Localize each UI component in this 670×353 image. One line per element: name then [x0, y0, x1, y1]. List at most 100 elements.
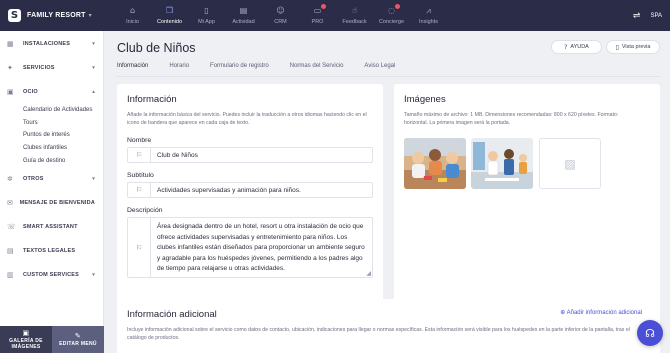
sidebar-subitem[interactable]: Tours [0, 117, 103, 130]
tab-3[interactable]: Normas del Servicio [290, 63, 344, 75]
name-field[interactable]: ⚐ Club de Niños [127, 147, 373, 163]
description-label: Descripción [127, 207, 163, 214]
tabs-divider [117, 76, 660, 77]
description-field[interactable]: ⚐ Área designada dentro de un hotel, res… [127, 217, 373, 278]
sidebar-group-custom-services[interactable]: ▥ CUSTOM SERVICES ▾ [0, 263, 103, 287]
main-content: Club de Niños ? AYUDA ▯ Vista previa Inf… [104, 31, 670, 353]
add-additional-info-label: Añadir información adicional [566, 310, 642, 316]
sidebar-group-otros[interactable]: ✲ OTROS ▾ [0, 167, 103, 191]
sidebar-subitem[interactable]: Guía de destino [0, 154, 103, 167]
chevron-down-icon: ▾ [88, 13, 92, 19]
building-icon: ▦ [7, 40, 14, 48]
sidebar-group-ocio[interactable]: ▣ OCIO ▴ [0, 80, 103, 104]
flag-icon[interactable]: ⚐ [128, 148, 151, 162]
help-button[interactable]: ? AYUDA [551, 40, 602, 54]
images-card: Imágenes Tamaño máximo de archivo: 1 MB.… [394, 84, 660, 316]
main-nav: ⌂ Inicio ❒ Contenido ▯ Mi App ▤ Actividad ☺ CRM ▭ P… [114, 0, 447, 31]
nav-label: Actividad [232, 19, 255, 25]
content-icon: ❒ [165, 6, 174, 15]
nav-label: Concierge [378, 19, 405, 25]
nav-item-crm[interactable]: ☺ CRM [262, 0, 299, 31]
additional-title: Información adicional [127, 309, 217, 320]
tab-0[interactable]: Información [117, 63, 149, 77]
sidebar-group-textos-legales[interactable]: ▤ TEXTOS LEGALES [0, 239, 103, 263]
sidebar-group-label: OCIO [23, 89, 38, 95]
support-chat-button[interactable]: ☊ [637, 320, 663, 346]
gallery-icon: ▣ [22, 328, 30, 337]
headset-icon: ☊ [645, 326, 655, 340]
description-value: Área designada dentro de un hotel, resor… [157, 223, 365, 272]
nav-item-contenido[interactable]: ❒ Contenido [151, 0, 188, 31]
add-additional-info-link[interactable]: ⊕ Añadir información adicional [560, 309, 642, 316]
flag-icon[interactable]: ⚐ [128, 218, 151, 277]
preview-button[interactable]: ▯ Vista previa [606, 40, 660, 54]
nav-item-actividad[interactable]: ▤ Actividad [225, 0, 262, 31]
add-image-placeholder[interactable]: ▨ [539, 138, 601, 189]
additional-info-card: Información adicional ⊕ Añadir informaci… [117, 299, 660, 353]
leisure-icon: ▣ [7, 88, 14, 96]
nav-item-pro[interactable]: ▭ PRO [299, 0, 336, 31]
subtitle-field[interactable]: ⚐ Actividades supervisadas y animación p… [127, 182, 373, 198]
subtitle-value: Actividades supervisadas y animación par… [157, 186, 301, 194]
resize-handle-icon[interactable]: ◢ [366, 270, 371, 277]
edit-menu-button[interactable]: ✎ EDITAR MENÚ [52, 326, 104, 353]
sidebar-group-label: INSTALACIONES [23, 41, 71, 47]
help-label: AYUDA [570, 44, 589, 50]
sidebar-group-label: SMART ASSISTANT [23, 223, 78, 230]
notification-badge [394, 4, 400, 9]
chart-icon: ⩘ [426, 6, 431, 15]
tab-4[interactable]: Aviso Legal [364, 63, 395, 75]
tab-1[interactable]: Horario [169, 63, 189, 75]
page-title: Club de Niños [117, 41, 196, 55]
sidebar-subitem[interactable]: Clubes infantiles [0, 142, 103, 155]
image-thumbnail-1[interactable] [404, 138, 466, 189]
nav-label: Contenido [156, 19, 183, 25]
nav-item-inicio[interactable]: ⌂ Inicio [114, 0, 151, 31]
notification-badge [321, 4, 327, 9]
nav-label: Inicio [126, 19, 139, 25]
sidebar-subitem[interactable]: Puntos de interés [0, 129, 103, 142]
sidebar-group-label: MENSAJE DE BIENVENIDA [19, 199, 95, 206]
nav-item-feedback[interactable]: ☝ Feedback [336, 0, 373, 31]
language-selector[interactable]: SPA [650, 13, 662, 19]
services-icon: ✦ [7, 64, 14, 72]
chevron-icon: ▴ [92, 89, 95, 95]
image-gallery-button[interactable]: ▣ GALERÍA DE IMÁGENES [0, 326, 52, 353]
phone-icon: ▯ [204, 6, 209, 15]
edit-icon: ✎ [74, 331, 82, 340]
sidebar-group-smart-assistant[interactable]: ☏ SMART ASSISTANT [0, 215, 103, 239]
flag-icon[interactable]: ⚐ [128, 183, 151, 197]
additional-description: Incluye información adicional sobre el s… [127, 327, 630, 341]
translate-icon[interactable]: ⇌ [633, 11, 641, 21]
help-icon: ? [564, 43, 568, 51]
info-title: Información [127, 94, 177, 105]
kids-painting-photo [404, 138, 466, 189]
top-right-controls: ⇌ SPA [633, 0, 662, 31]
chat-icon: ◌ [388, 4, 400, 16]
chevron-icon: ▾ [92, 271, 95, 278]
pro-icon: ▭ [314, 4, 327, 16]
phone-preview-icon: ▯ [615, 43, 619, 51]
nav-item-mi-app[interactable]: ▯ Mi App [188, 0, 225, 31]
nav-item-concierge[interactable]: ◌ Concierge [373, 0, 410, 31]
brand-logo: S [8, 9, 21, 22]
more-icon: ✲ [7, 174, 14, 183]
sidebar-bottom-actions: ▣ GALERÍA DE IMÁGENES ✎ EDITAR MENÚ [0, 326, 104, 353]
nav-item-insights[interactable]: ⩘ Insights [410, 0, 447, 31]
sidebar-subitem[interactable]: Calendario de Actividades [0, 104, 103, 117]
nav-label: Feedback [342, 19, 367, 25]
tabs: Información Horario Formulario de registro… [117, 63, 416, 77]
sidebar-group-servicios[interactable]: ✦ SERVICIOS ▾ [0, 56, 103, 80]
top-navigation-bar: S FAMILY RESORT ▾ ⌂ Inicio ❒ Contenido ▯ Mi A… [0, 0, 670, 31]
brand-switcher[interactable]: S FAMILY RESORT ▾ [0, 0, 104, 31]
info-card: Información Añade la información básica … [117, 84, 383, 316]
images-description: Tamaño máximo de archivo: 1 MB. Dimensio… [404, 112, 619, 126]
sidebar-group-label: CUSTOM SERVICES [23, 271, 79, 278]
nav-label: Insights [419, 19, 438, 25]
tab-2[interactable]: Formulario de registro [210, 63, 269, 75]
nav-label: Mi App [198, 19, 215, 25]
images-title: Imágenes [404, 94, 446, 105]
sidebar-group-mensaje-de-bienvenida[interactable]: ✉ MENSAJE DE BIENVENIDA [0, 191, 103, 215]
sidebar-group-instalaciones[interactable]: ▦ INSTALACIONES ▾ [0, 32, 103, 56]
image-thumbnail-2[interactable] [471, 138, 533, 189]
